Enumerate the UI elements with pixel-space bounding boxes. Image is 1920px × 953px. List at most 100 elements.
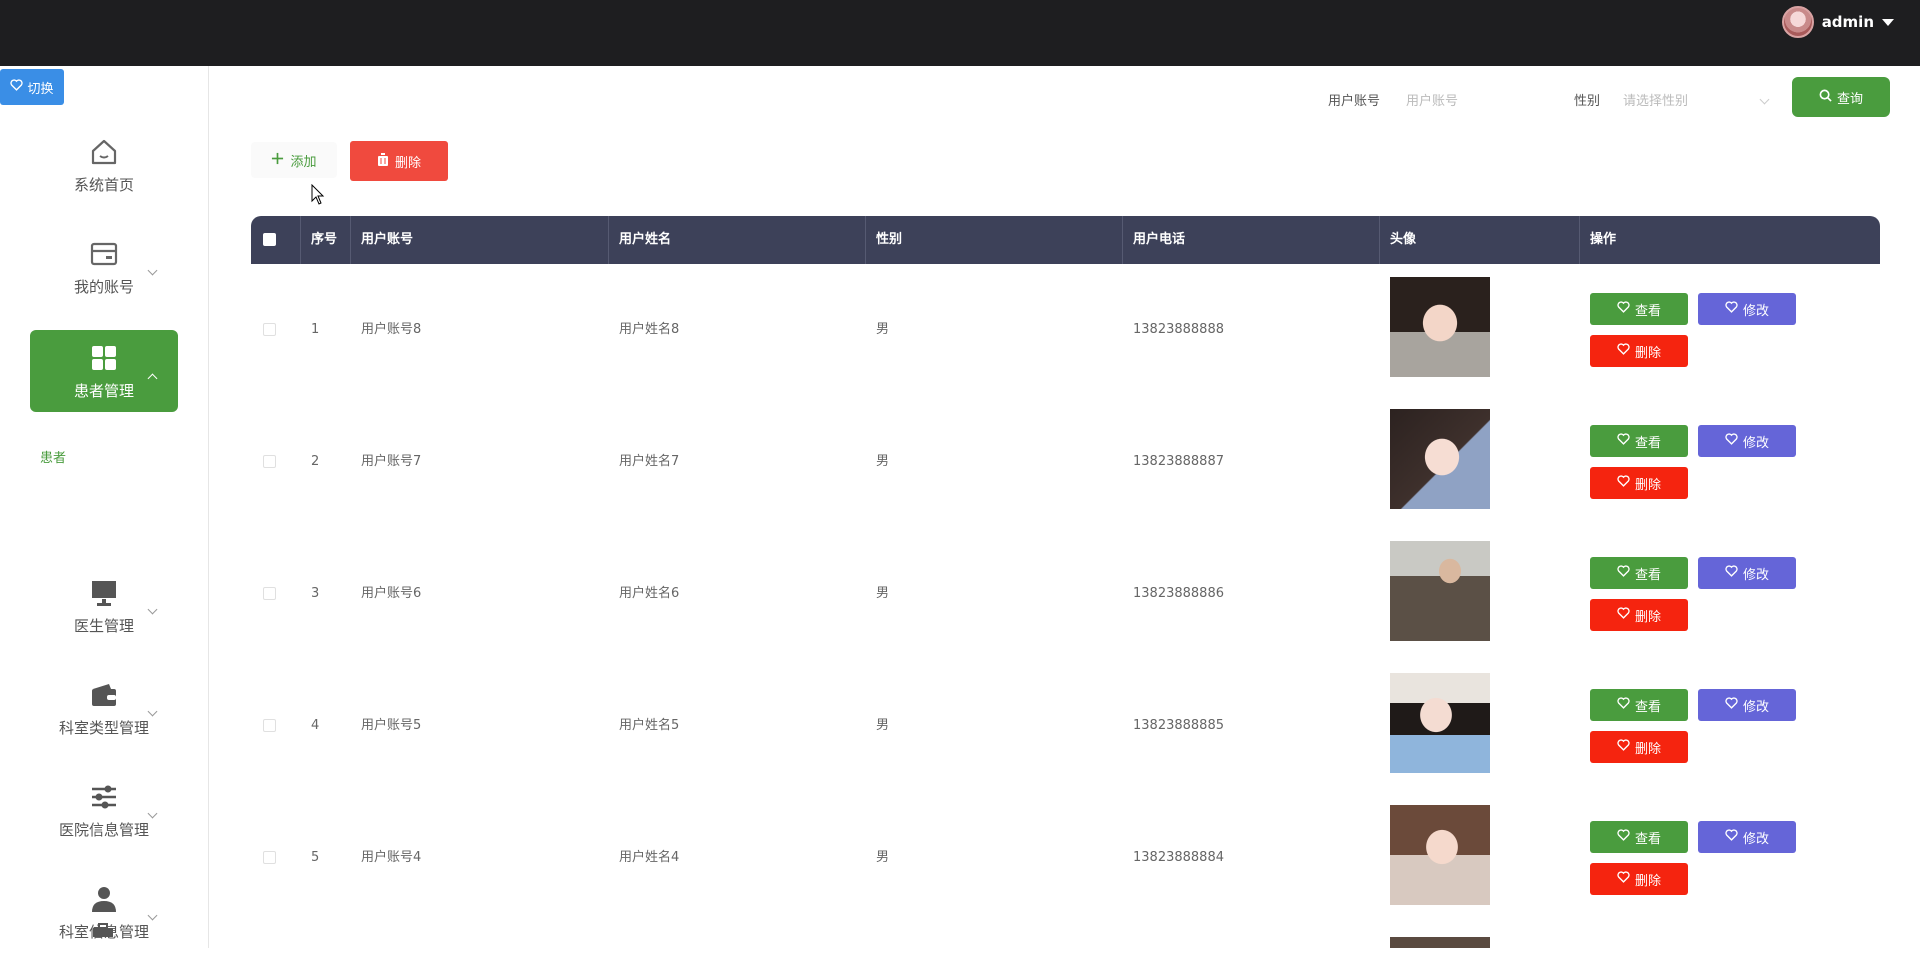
view-button[interactable]: 查看 (1590, 425, 1688, 457)
username[interactable]: admin (1822, 13, 1874, 31)
row-avatar-image (1390, 277, 1490, 377)
header-select-all-cell (251, 216, 301, 264)
view-button[interactable]: 查看 (1590, 689, 1688, 721)
row-avatar-image (1390, 937, 1490, 948)
edit-label: 修改 (1742, 699, 1769, 715)
row-account: 用户账号4 (361, 850, 422, 865)
user-icon (88, 883, 120, 915)
table-row: 1 用户账号8 用户姓名8 男 13823888888 查看 修改 删除 (251, 264, 1880, 396)
chevron-up-icon (147, 373, 158, 384)
header-index: 序号 (301, 216, 351, 264)
header-gender: 性别 (866, 216, 1123, 264)
account-search-input[interactable]: 用户账号 (1406, 86, 1526, 118)
row-name: 用户姓名7 (619, 454, 680, 469)
heart-icon (1725, 697, 1738, 713)
home-icon (88, 136, 120, 168)
row-avatar-image (1390, 805, 1490, 905)
delete-label: 删除 (1634, 873, 1661, 889)
delete-button[interactable]: 删除 (1590, 467, 1688, 499)
select-all-checkbox[interactable] (263, 233, 276, 246)
sidebar-item-dept-info[interactable]: 科室信息管理 (30, 871, 178, 953)
chevron-down-icon (147, 706, 158, 717)
delete-label: 删除 (1634, 609, 1661, 625)
view-button[interactable]: 查看 (1590, 821, 1688, 853)
row-account: 用户账号5 (361, 718, 422, 733)
briefcase-icon (92, 921, 114, 937)
caret-down-icon[interactable] (1882, 18, 1894, 26)
heart-icon (1617, 475, 1630, 491)
user-menu[interactable]: admin (1781, 6, 1894, 38)
heart-icon (1617, 343, 1630, 359)
view-button[interactable]: 查看 (1590, 557, 1688, 589)
card-icon (88, 238, 120, 270)
row-checkbox[interactable] (263, 587, 276, 600)
view-label: 查看 (1634, 831, 1661, 847)
delete-button[interactable]: 删除 (1590, 599, 1688, 631)
sidebar-item-hospital-info[interactable]: 医院信息管理 (30, 769, 178, 851)
sidebar-item-patient[interactable]: 患者管理 (30, 330, 178, 412)
account-search-label: 用户账号 (1328, 94, 1381, 109)
row-name: 用户姓名4 (619, 850, 680, 865)
row-checkbox[interactable] (263, 851, 276, 864)
row-phone: 13823888884 (1133, 850, 1224, 865)
sidebar-item-label: 科室类型管理 (58, 718, 149, 737)
wallet-icon (88, 679, 120, 711)
sidebar-item-doctor[interactable]: 医生管理 (30, 565, 178, 647)
edit-button[interactable]: 修改 (1698, 821, 1796, 853)
heart-icon (1725, 433, 1738, 449)
delete-label: 删除 (1634, 345, 1661, 361)
row-checkbox[interactable] (263, 323, 276, 336)
row-name: 用户姓名8 (619, 322, 680, 337)
row-index: 1 (311, 322, 320, 337)
row-name: 用户姓名5 (619, 718, 680, 733)
edit-button[interactable]: 修改 (1698, 689, 1796, 721)
edit-label: 修改 (1742, 435, 1769, 451)
delete-button[interactable]: 删除 (1590, 335, 1688, 367)
edit-button[interactable]: 修改 (1698, 293, 1796, 325)
heart-icon (1617, 433, 1630, 449)
heart-icon (1617, 739, 1630, 755)
gender-select[interactable]: 请选择性别 (1623, 86, 1778, 118)
switch-button[interactable]: 切换 (0, 69, 64, 105)
row-phone: 13823888886 (1133, 586, 1224, 601)
row-checkbox[interactable] (263, 719, 276, 732)
search-icon (1819, 89, 1832, 106)
row-account: 用户账号8 (361, 322, 422, 337)
view-button[interactable]: 查看 (1590, 293, 1688, 325)
delete-label: 删除 (1634, 741, 1661, 757)
chevron-down-icon (147, 808, 158, 819)
sidebar-item-home[interactable]: 系统首页 (30, 124, 178, 206)
sidebar-item-dept-type[interactable]: 科室类型管理 (30, 667, 178, 749)
heart-icon (1725, 301, 1738, 317)
query-button[interactable]: 查询 (1792, 77, 1890, 117)
sidebar-subitem-patient[interactable]: 患者 (40, 447, 66, 466)
row-checkbox[interactable] (263, 455, 276, 468)
view-label: 查看 (1634, 435, 1661, 451)
user-avatar[interactable] (1781, 6, 1814, 38)
row-gender: 男 (876, 718, 890, 733)
add-button[interactable]: 添加 (251, 142, 337, 178)
edit-button[interactable]: 修改 (1698, 425, 1796, 457)
delete-button[interactable]: 删除 (1590, 863, 1688, 895)
table-row: 2 用户账号7 用户姓名7 男 13823888887 查看 修改 删除 (251, 396, 1880, 528)
heart-icon (1617, 607, 1630, 623)
chevron-down-icon (147, 910, 158, 921)
edit-button[interactable]: 修改 (1698, 557, 1796, 589)
view-label: 查看 (1634, 567, 1661, 583)
row-account: 用户账号6 (361, 586, 422, 601)
row-gender: 男 (876, 454, 890, 469)
row-phone: 13823888885 (1133, 718, 1224, 733)
sidebar-item-account[interactable]: 我的账号 (30, 226, 178, 308)
switch-label: 切换 (27, 81, 54, 97)
header-actions: 操作 (1590, 232, 1617, 247)
heart-icon (1617, 829, 1630, 845)
heart-icon (1725, 829, 1738, 845)
row-index: 4 (311, 718, 320, 733)
row-index: 2 (311, 454, 320, 469)
patient-table: 序号 用户账号 用户姓名 性别 用户电话 头像 操作 1 用户账号8 用户姓名8… (251, 216, 1880, 924)
sidebar-item-label: 我的账号 (73, 277, 134, 296)
batch-delete-button[interactable]: 删除 (350, 141, 448, 181)
row-avatar-image (1390, 541, 1490, 641)
edit-label: 修改 (1742, 303, 1769, 319)
delete-button[interactable]: 删除 (1590, 731, 1688, 763)
